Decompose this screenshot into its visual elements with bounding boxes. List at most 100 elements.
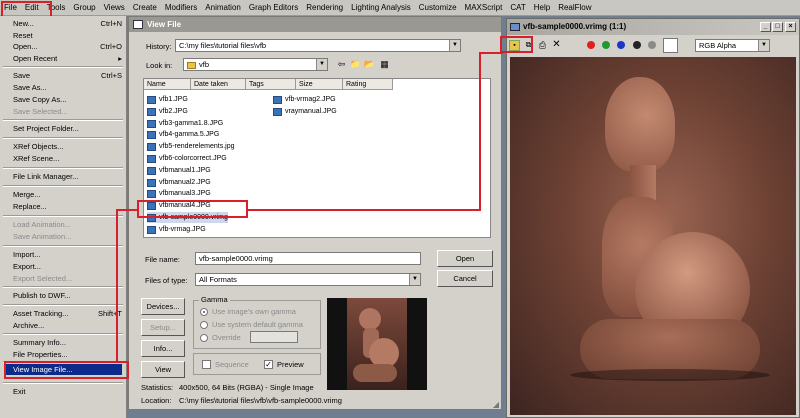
devices-button[interactable]: Devices... xyxy=(141,298,185,315)
file-menu-item-set-project-folder[interactable]: Set Project Folder... xyxy=(13,123,122,134)
lookin-dropdown[interactable]: vfb ▼ xyxy=(183,58,328,71)
menu-edit[interactable]: Edit xyxy=(21,0,43,16)
file-menu-item-archive[interactable]: Archive... xyxy=(13,320,122,331)
view-button[interactable]: View xyxy=(141,361,185,378)
print-icon[interactable]: ⎙ xyxy=(537,40,548,51)
open-button[interactable]: Open xyxy=(437,250,493,267)
menu-help[interactable]: Help xyxy=(530,0,554,16)
file-menu-item-replace[interactable]: Replace... xyxy=(13,201,122,212)
menu-group[interactable]: Group xyxy=(69,0,99,16)
sequence-checkbox[interactable] xyxy=(202,360,211,369)
file-menu-item-save[interactable]: Save Ctrl+S xyxy=(13,70,122,81)
menu-item-shortcut: Ctrl+O xyxy=(100,42,122,51)
file-list[interactable]: Name Date taken Tags Size Rating vfb1.JP… xyxy=(143,78,491,238)
file-list-item[interactable]: vraymanual.JPG xyxy=(273,106,337,117)
up-folder-icon[interactable]: 📁 xyxy=(349,58,362,70)
file-list-item[interactable]: vfb-sample0000.vrimg xyxy=(147,212,228,223)
file-menu-item-save-as[interactable]: Save As... xyxy=(13,82,122,93)
green-channel-toggle[interactable] xyxy=(602,41,610,49)
file-list-item[interactable]: vfbmanual3.JPG xyxy=(147,188,211,199)
column-date-taken[interactable]: Date taken xyxy=(191,79,246,90)
file-menu-item-save-animation[interactable]: Save Animation... xyxy=(13,231,122,242)
file-list-item[interactable]: vfb-vrmag2.JPG xyxy=(273,94,336,105)
gamma-override-spinner[interactable] xyxy=(250,331,298,343)
menu-modifiers[interactable]: Modifiers xyxy=(161,0,201,16)
file-menu-item-xref-objects[interactable]: XRef Objects... xyxy=(13,141,122,152)
column-name[interactable]: Name xyxy=(144,79,191,90)
gamma-override-radio[interactable] xyxy=(200,334,208,342)
file-menu-item-file-properties[interactable]: File Properties... xyxy=(13,349,122,360)
back-arrow-icon[interactable]: ⇦ xyxy=(335,58,348,70)
file-menu-item-exit[interactable]: Exit xyxy=(13,386,122,397)
new-folder-icon[interactable]: 📂 xyxy=(363,58,376,70)
menu-graph-editors[interactable]: Graph Editors xyxy=(245,0,302,16)
file-menu-item-import[interactable]: Import... xyxy=(13,249,122,260)
view-menu-icon[interactable]: ▦ xyxy=(378,58,391,70)
cancel-button[interactable]: Cancel xyxy=(437,270,493,287)
file-list-item[interactable]: vfb3-gamma1.8.JPG xyxy=(147,118,223,129)
menu-realflow[interactable]: RealFlow xyxy=(554,0,595,16)
red-channel-toggle[interactable] xyxy=(587,41,595,49)
file-list-item[interactable]: vfbmanual4.JPG xyxy=(147,200,211,211)
menu-lighting-analysis[interactable]: Lighting Analysis xyxy=(347,0,415,16)
file-menu-item-asset-tracking[interactable]: Asset Tracking... Shift+T xyxy=(13,308,122,319)
menu-create[interactable]: Create xyxy=(129,0,161,16)
file-list-item[interactable]: vfb2.JPG xyxy=(147,106,188,117)
menu-rendering[interactable]: Rendering xyxy=(302,0,347,16)
save-image-icon[interactable]: ▪ xyxy=(509,40,520,51)
file-menu-dropdown: New... Ctrl+N Reset Open... Ctrl+O Open Recen… xyxy=(0,16,127,418)
file-list-item[interactable]: vfb1.JPG xyxy=(147,94,188,105)
file-menu-item-summary-info[interactable]: Summary Info... xyxy=(13,337,122,348)
mono-channel-toggle[interactable] xyxy=(648,41,656,49)
alpha-channel-toggle[interactable] xyxy=(633,41,641,49)
file-menu-item-save-selected[interactable]: Save Selected... xyxy=(13,106,122,117)
sequence-label: Sequence xyxy=(215,360,249,369)
menu-animation[interactable]: Animation xyxy=(201,0,245,16)
file-menu-item-merge[interactable]: Merge... xyxy=(13,189,122,200)
close-icon[interactable]: × xyxy=(785,22,796,32)
file-list-item[interactable]: vfb4-gamma.5.JPG xyxy=(147,129,219,140)
file-list-item[interactable]: vfbmanual1.JPG xyxy=(147,165,211,176)
setup-button[interactable]: Setup... xyxy=(141,319,185,336)
gamma-system-radio[interactable] xyxy=(200,321,208,329)
menu-views[interactable]: Views xyxy=(100,0,129,16)
file-menu-item-xref-scene[interactable]: XRef Scene... xyxy=(13,153,122,164)
column-size[interactable]: Size xyxy=(296,79,343,90)
column-tags[interactable]: Tags xyxy=(246,79,296,90)
file-menu-item-open[interactable]: Open... Ctrl+O xyxy=(13,41,122,52)
minimize-icon[interactable]: _ xyxy=(760,22,771,32)
maximize-icon[interactable]: □ xyxy=(772,22,783,32)
filename-input[interactable]: vfb-sample0000.vrimg xyxy=(195,252,421,265)
file-menu-item-publish-to-dwf[interactable]: Publish to DWF... xyxy=(13,290,122,301)
file-menu-item-load-animation[interactable]: Load Animation... xyxy=(13,219,122,230)
channel-dropdown[interactable]: RGB Alpha ▼ xyxy=(695,39,770,52)
blue-channel-toggle[interactable] xyxy=(617,41,625,49)
file-menu-item-open-recent[interactable]: Open Recent ▸ xyxy=(13,53,122,64)
menu-customize[interactable]: Customize xyxy=(415,0,461,16)
info-button[interactable]: Info... xyxy=(141,340,185,357)
history-dropdown[interactable]: C:\my files\tutorial files\vfb ▼ xyxy=(175,39,461,52)
file-list-item[interactable]: vfb5-renderelements.jpg xyxy=(147,141,235,152)
file-menu-item-file-link-manager[interactable]: File Link Manager... xyxy=(13,171,122,182)
file-menu-item-new[interactable]: New... Ctrl+N xyxy=(13,18,122,29)
file-list-item[interactable]: vfbmanual2.JPG xyxy=(147,177,211,188)
column-rating[interactable]: Rating xyxy=(343,79,393,90)
resize-grip-icon[interactable]: ◢ xyxy=(493,400,499,409)
clear-image-icon[interactable]: ✕ xyxy=(551,40,562,51)
copy-image-icon[interactable]: ⧉ xyxy=(523,40,534,51)
file-menu-item-export-selected[interactable]: Export Selected... xyxy=(13,273,122,284)
color-swatch[interactable] xyxy=(663,38,678,53)
menu-maxscript[interactable]: MAXScript xyxy=(461,0,507,16)
menu-tools[interactable]: Tools xyxy=(43,0,70,16)
file-list-item[interactable]: vfb-vrmag.JPG xyxy=(147,224,206,235)
menu-cat[interactable]: CAT xyxy=(506,0,529,16)
file-list-item[interactable]: vfb6-colorcorrect.JPG xyxy=(147,153,227,164)
filetype-dropdown[interactable]: All Formats ▼ xyxy=(195,273,421,286)
preview-checkbox[interactable]: ✓ xyxy=(264,360,273,369)
menu-file[interactable]: File xyxy=(0,0,21,16)
gamma-own-radio[interactable] xyxy=(200,308,208,316)
file-menu-item-reset[interactable]: Reset xyxy=(13,30,122,41)
file-menu-item-export[interactable]: Export... xyxy=(13,261,122,272)
file-menu-item-view-image-file[interactable]: View Image File... xyxy=(4,364,122,375)
file-menu-item-save-copy-as[interactable]: Save Copy As... xyxy=(13,94,122,105)
